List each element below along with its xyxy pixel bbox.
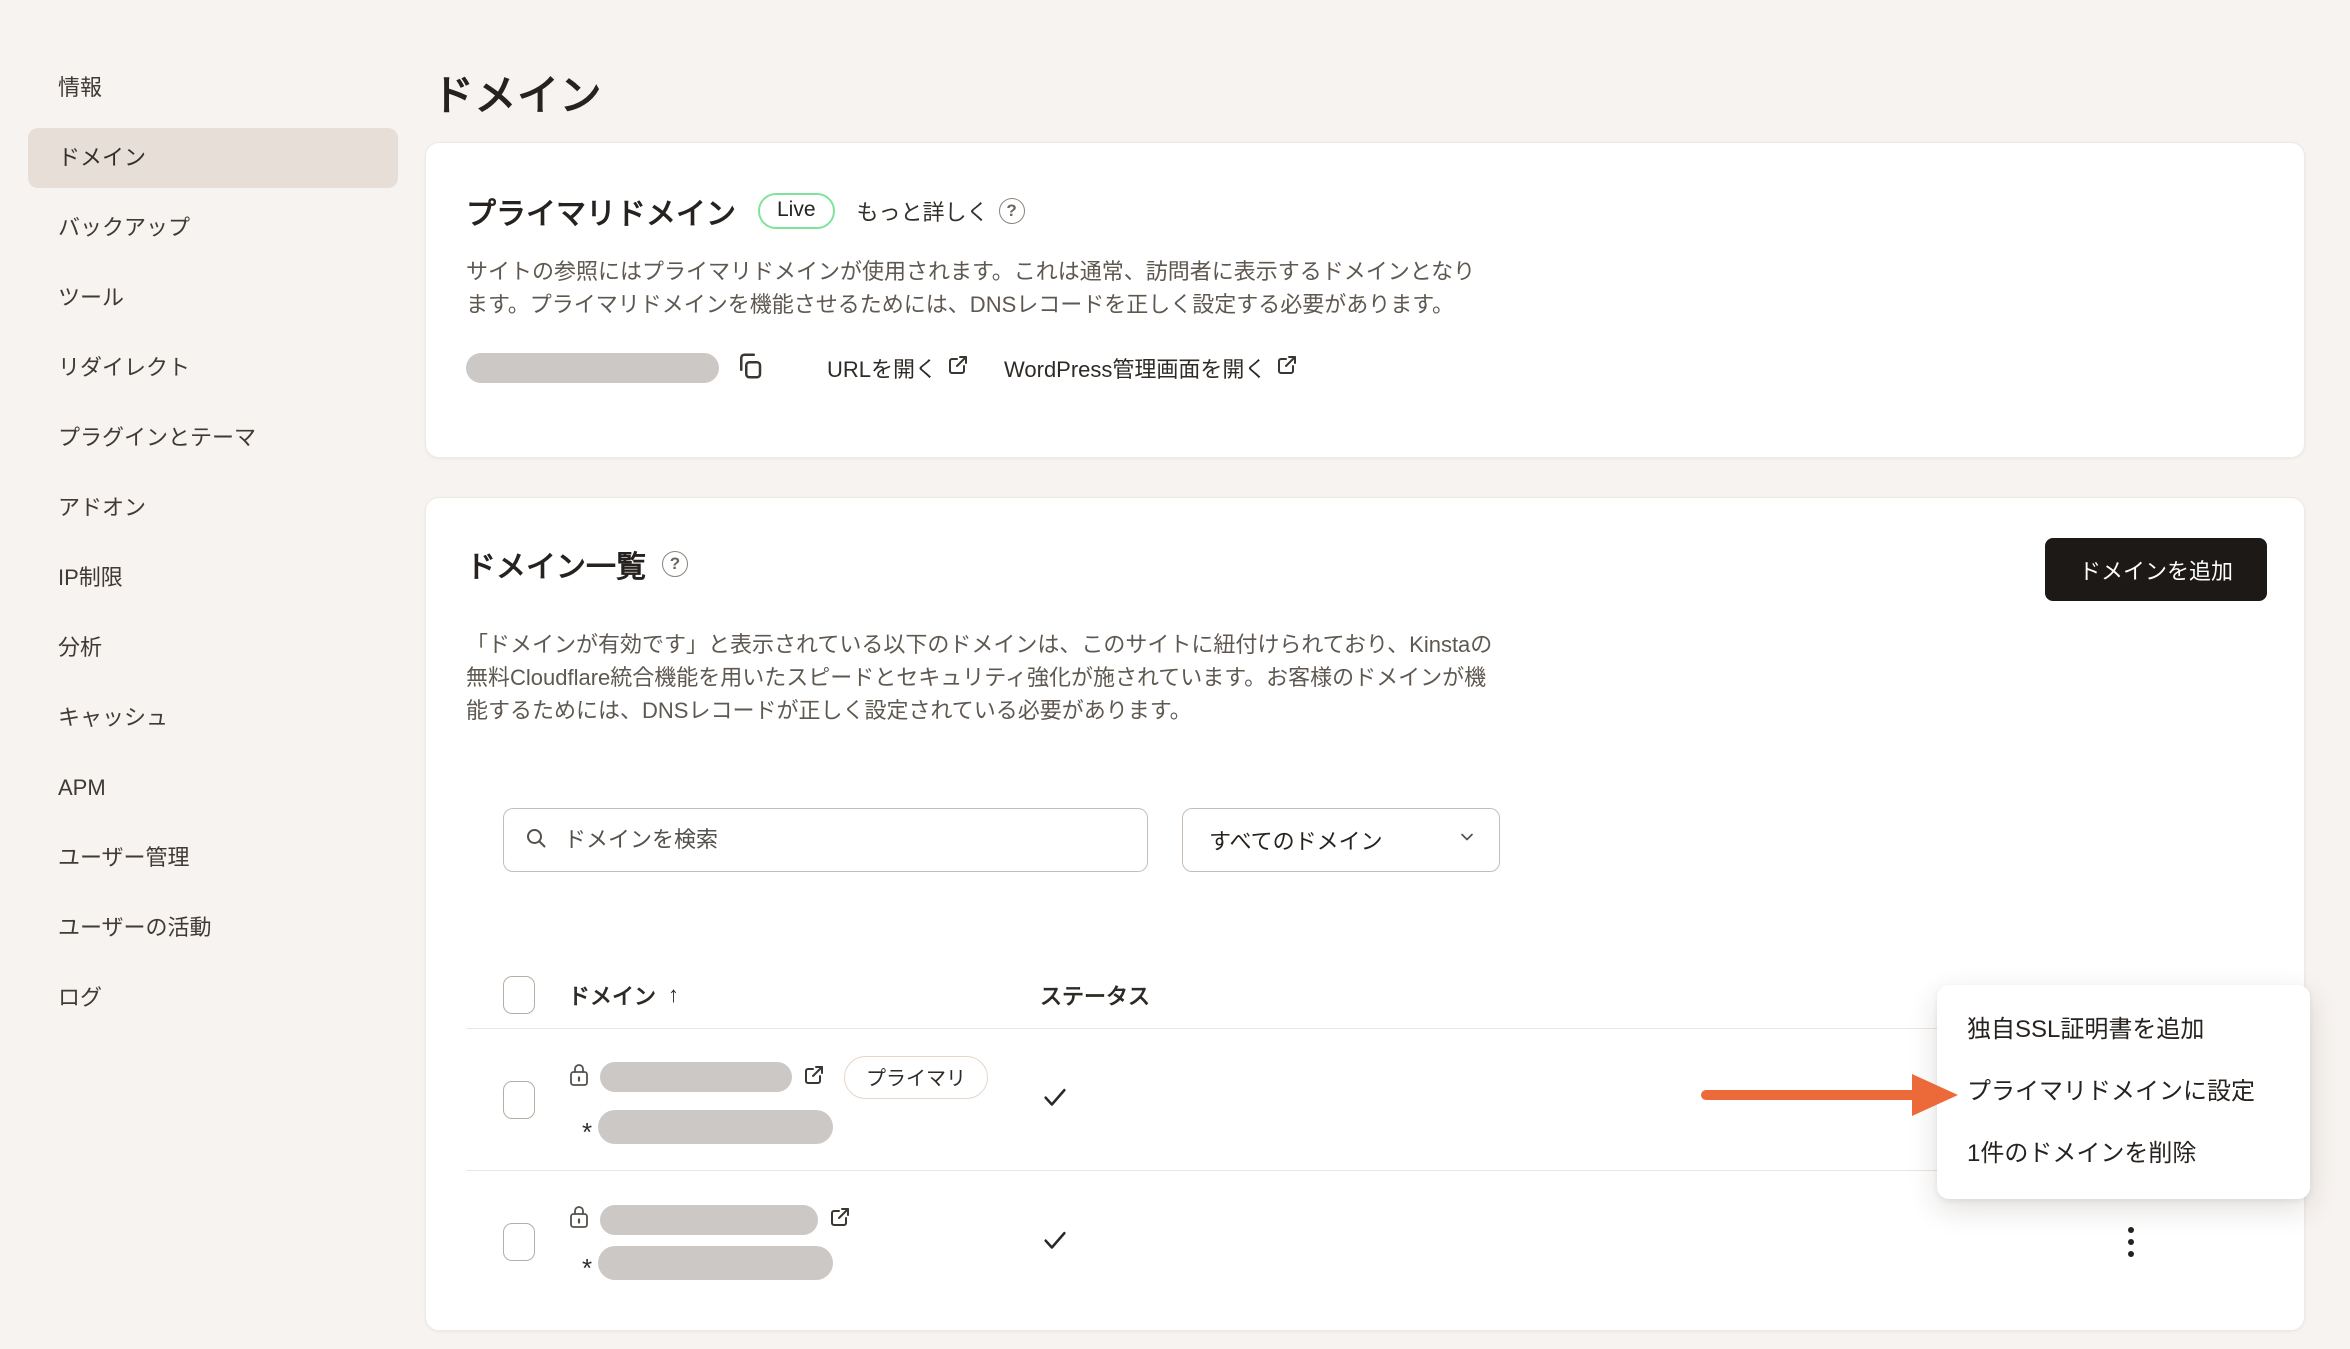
primary-domain-title: プライマリドメイン [466, 189, 736, 233]
chevron-down-icon [1457, 827, 1477, 853]
search-icon [524, 826, 548, 855]
row-actions-kebab-icon[interactable] [2116, 1220, 2146, 1264]
status-column-header: ステータス [1040, 979, 1150, 1011]
primary-domain-badge: プライマリ [844, 1056, 988, 1099]
help-icon[interactable]: ? [662, 551, 688, 577]
domain-list-card: ドメイン一覧 ? ドメインを追加 「ドメインが有効です」と表示されている以下のド… [425, 497, 2305, 1331]
domain-list-description: 「ドメインが有効です」と表示されている以下のドメインは、このサイトに紐付けられて… [466, 628, 1498, 727]
redacted-wildcard-domain [598, 1246, 833, 1280]
row-checkbox[interactable] [503, 1081, 535, 1119]
external-link-icon[interactable] [828, 1205, 852, 1234]
check-icon [1040, 1225, 1070, 1260]
domain-status-ok [1040, 1082, 1070, 1117]
primary-domain-description: サイトの参照にはプライマリドメインが使用されます。これは通常、訪問者に表示するド… [466, 255, 1481, 321]
external-link-icon [946, 353, 970, 383]
sidebar-item-5[interactable]: プラグインとテーマ [28, 408, 398, 468]
domain-search-box [503, 808, 1148, 872]
domain-list-title: ドメイン一覧 [466, 542, 646, 586]
primary-domain-card: プライマリドメイン Live もっと詳しく ? サイトの参照にはプライマリドメイ… [425, 142, 2305, 458]
help-icon[interactable]: ? [999, 198, 1025, 224]
copy-icon [735, 351, 765, 384]
domain-column-label: ドメイン [568, 979, 656, 1011]
open-url-link[interactable]: URLを開く [827, 352, 970, 384]
sidebar-item-6[interactable]: アドオン [28, 478, 398, 538]
domain-filter-select[interactable]: すべてのドメイン [1182, 808, 1500, 872]
sidebar-item-4[interactable]: リダイレクト [28, 338, 398, 398]
sidebar-item-1-active[interactable]: ドメイン [28, 128, 398, 188]
wildcard-prefix: * [582, 1117, 592, 1137]
sidebar-item-2[interactable]: バックアップ [28, 198, 398, 258]
check-icon [1040, 1082, 1070, 1117]
context-menu-item-1[interactable]: プライマリドメインに設定 [1937, 1061, 2310, 1123]
domain-status-ok [1040, 1225, 1070, 1260]
sidebar-item-11[interactable]: ユーザー管理 [28, 828, 398, 888]
select-all-checkbox[interactable] [503, 976, 535, 1014]
domain-search-input[interactable] [562, 826, 1127, 854]
sidebar-item-0[interactable]: 情報 [28, 58, 398, 118]
redacted-wildcard-domain [598, 1110, 833, 1144]
learn-more-link[interactable]: もっと詳しく ? [857, 195, 1025, 227]
sidebar-item-10[interactable]: APM [28, 758, 398, 818]
context-menu-item-0[interactable]: 独自SSL証明書を追加 [1937, 999, 2310, 1061]
open-url-label: URLを開く [827, 352, 937, 384]
page-title: ドメイン [432, 62, 602, 123]
domain-column-header[interactable]: ドメイン ↑ [568, 979, 988, 1011]
sidebar-item-12[interactable]: ユーザーの活動 [28, 898, 398, 958]
sidebar-item-13[interactable]: ログ [28, 968, 398, 1028]
lock-icon [568, 1062, 590, 1093]
domain-cell: プライマリ * [568, 1056, 988, 1144]
external-link-icon [1275, 353, 1299, 383]
sort-ascending-icon: ↑ [668, 982, 679, 1008]
external-link-icon[interactable] [802, 1063, 826, 1092]
row-checkbox[interactable] [503, 1223, 535, 1261]
kinsta-domains-page: { "colors": { "accent_orange": "#EC6A3A"… [0, 0, 2350, 1349]
sidebar-item-9[interactable]: キャッシュ [28, 688, 398, 748]
sidebar-nav: 情報ドメインバックアップツールリダイレクトプラグインとテーマアドオン IP制限分析… [28, 58, 398, 1038]
sidebar-item-8[interactable]: 分析 [28, 618, 398, 678]
redacted-domain [600, 1205, 818, 1235]
domain-actions-context-menu: 独自SSL証明書を追加プライマリドメインに設定1件のドメインを削除 [1937, 985, 2310, 1199]
redacted-domain [600, 1062, 792, 1092]
copy-url-button[interactable] [735, 351, 765, 384]
live-status-badge: Live [758, 193, 835, 229]
open-wp-admin-label: WordPress管理画面を開く [1004, 352, 1266, 384]
lock-icon [568, 1204, 590, 1235]
domain-filter-value: すべてのドメイン [1209, 824, 1383, 856]
learn-more-label: もっと詳しく [857, 195, 989, 227]
sidebar-item-3[interactable]: ツール [28, 268, 398, 328]
domain-cell: * [568, 1204, 988, 1280]
sidebar-item-7[interactable]: IP制限 [28, 548, 398, 608]
redacted-primary-domain [466, 353, 719, 383]
wildcard-prefix: * [582, 1253, 592, 1273]
add-domain-button[interactable]: ドメインを追加 [2045, 538, 2267, 601]
open-wp-admin-link[interactable]: WordPress管理画面を開く [1004, 352, 1299, 384]
context-menu-item-2[interactable]: 1件のドメインを削除 [1937, 1123, 2310, 1185]
